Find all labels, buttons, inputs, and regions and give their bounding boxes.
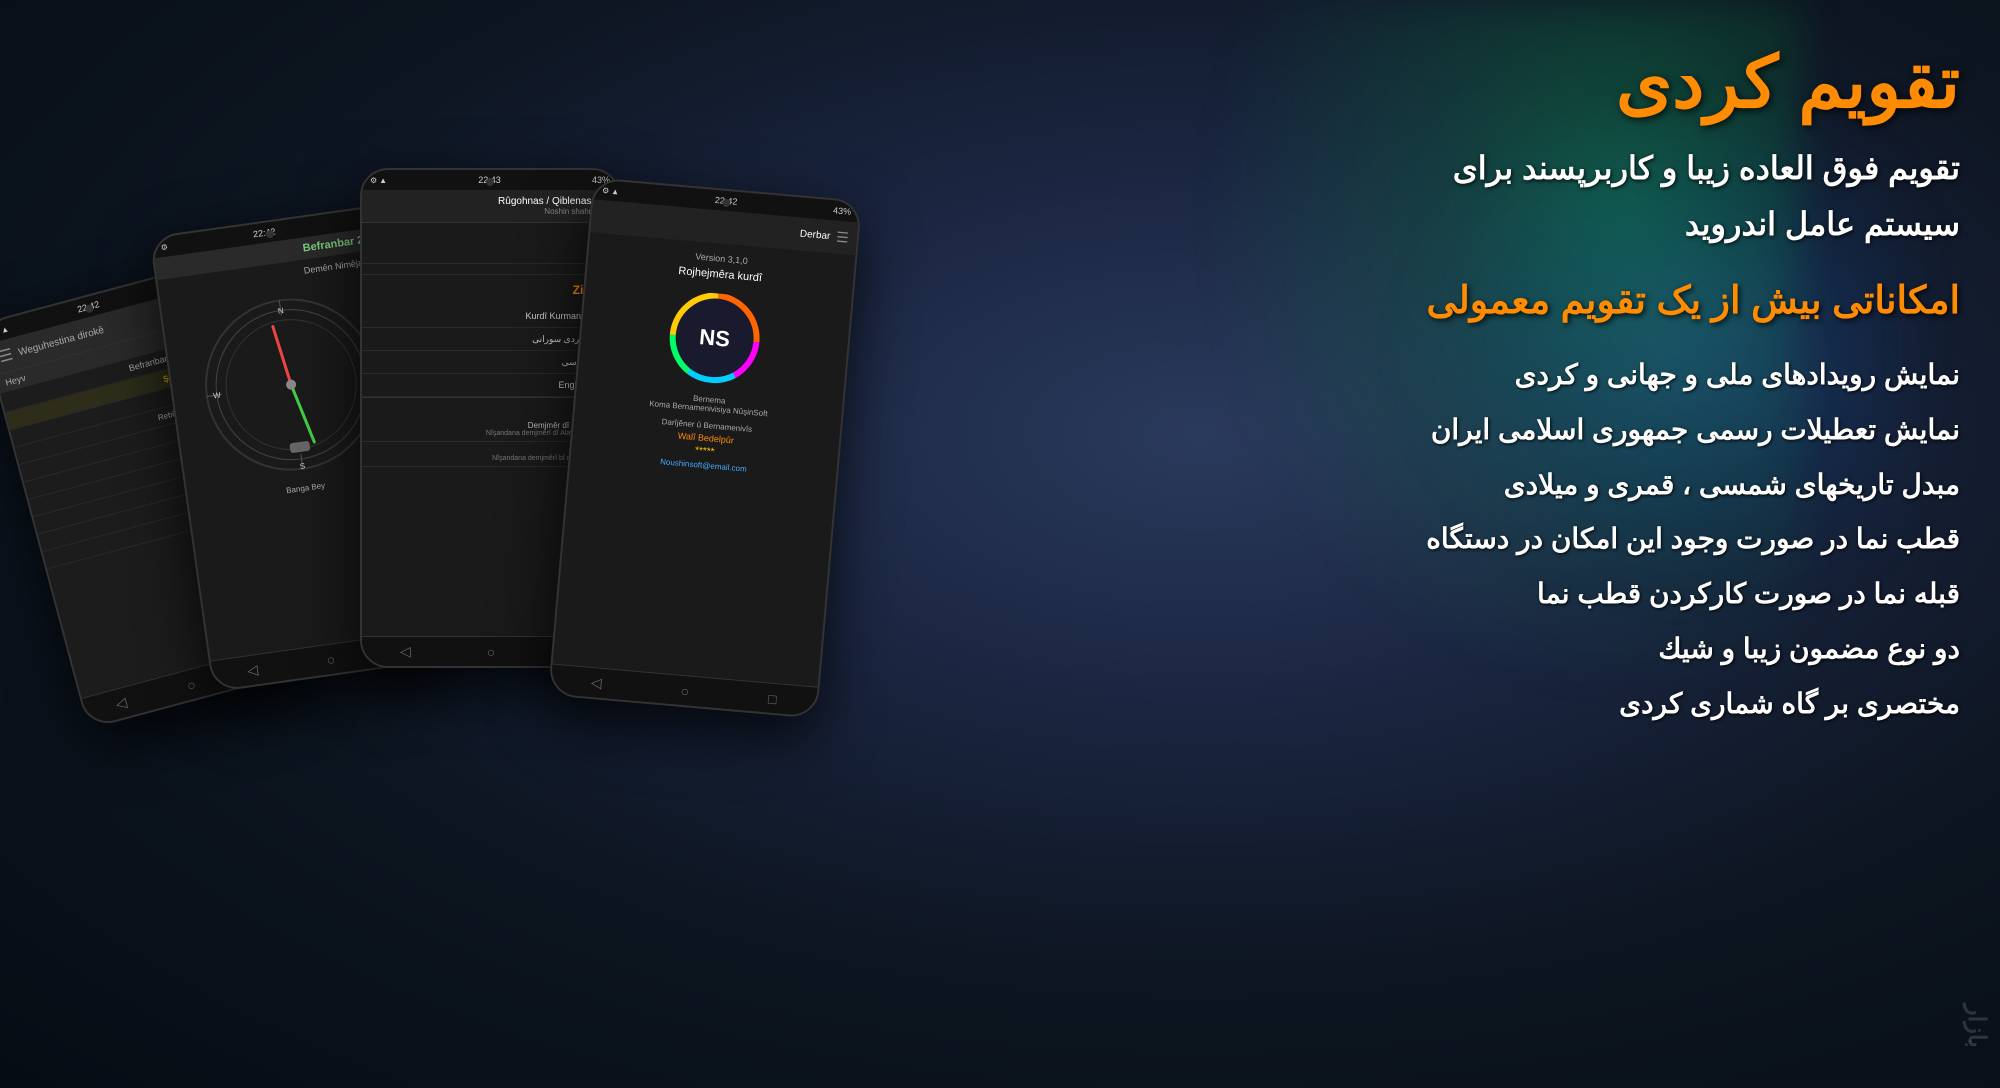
phone-4-about: ⚙ ▲ 22:42 43% ☰ Derbar Version 3,1,0 Roj…	[548, 177, 862, 719]
home-icon-3: ○	[487, 644, 495, 660]
back-icon: ◁	[114, 694, 129, 713]
phones-area: ⚙ ▲ 22:42 43% ☰ Weguhestina dirokê Roj H…	[0, 88, 900, 1088]
feature-item: نمایش رویدادهای ملی و جهانی و کردی	[1110, 353, 1960, 398]
subtitle: تقویم فوق العاده زیبا و کاربرپسند برای س…	[1110, 144, 1960, 248]
girt-label: gîrtî	[372, 248, 608, 258]
phone-4-about-content: ☰ Derbar Version 3,1,0 Rojhejmêra kurdî	[550, 199, 858, 716]
feature-item: دو نوع مضمون زیبا و شیك	[1110, 627, 1960, 672]
about-app-name: Rojhejmêra kurdî	[678, 265, 762, 284]
recent-icon-4: □	[768, 690, 778, 707]
phone-4-status-icons: ⚙ ▲	[602, 186, 620, 196]
back-icon-4: ◁	[590, 674, 602, 692]
phone-3-camera	[486, 178, 494, 186]
phone-3-header: ☰ Rûgohnas / Qiblenas Noshin shahr	[362, 190, 618, 223]
settings-icon-3: ⚙	[370, 176, 377, 185]
about-author-label: Darîjêner û Bernamenivîs	[661, 417, 752, 434]
svg-text:S: S	[299, 461, 306, 471]
phone-1-status-icons: ⚙ ▲	[0, 324, 10, 337]
home-icon-2: ○	[326, 651, 337, 668]
feature-item: قبله نما در صورت کارکردن قطب نما	[1110, 572, 1960, 617]
back-icon-3: ◁	[400, 643, 411, 660]
ziman-divider	[362, 264, 618, 275]
ziman-title: Ziman	[362, 275, 618, 305]
feature-item: قطب نما در صورت وجود این امکان در دستگاه	[1110, 517, 1960, 562]
compass-info: Banga Bey	[286, 481, 326, 495]
back-icon-2: ◁	[246, 661, 259, 679]
features-title: امکاناتی بیش از یک تقویم معمولی	[1110, 278, 1960, 323]
phone-3-status-icons: ⚙ ▲	[370, 176, 387, 185]
phone-3-eyar: Eyar	[362, 223, 618, 243]
menu-icon: ☰	[0, 344, 15, 367]
home-icon-4: ○	[680, 682, 690, 699]
menu-icon-4: ☰	[836, 229, 850, 247]
svg-text:N: N	[277, 306, 284, 316]
phone-4-battery: 43%	[833, 205, 852, 217]
home-icon: ○	[185, 676, 197, 694]
svg-text:W: W	[213, 391, 222, 401]
features-list: نمایش رویدادهای ملی و جهانی و کردی نمایش…	[1110, 353, 1960, 727]
right-panel: تقویم کردی تقویم فوق العاده زیبا و کاربر…	[1110, 40, 1960, 737]
about-author-name: Walî Bedelpûr	[677, 431, 734, 446]
ns-logo-container: NS	[666, 290, 764, 388]
feature-item: نمایش تعطیلات رسمی جمهوری اسلامی ایران	[1110, 408, 1960, 453]
bazaar-watermark: بازار	[1962, 1004, 1990, 1048]
about-version: Version 3,1,0	[695, 251, 748, 266]
svg-text:NS: NS	[698, 324, 731, 352]
ns-logo-svg: NS	[666, 290, 764, 388]
settings-icon-2: ⚙	[160, 242, 168, 252]
about-stars: *****	[695, 445, 715, 458]
app-title: تقویم کردی	[1110, 40, 1960, 124]
signal-icon-3: ▲	[379, 176, 387, 185]
signal-icon-4: ▲	[611, 186, 620, 196]
phone-4-screen: ⚙ ▲ 22:42 43% ☰ Derbar Version 3,1,0 Roj…	[550, 179, 860, 716]
phone-3-settings-item: gîrtî	[362, 243, 618, 264]
feature-item: مبدل تاریخهای شمسی ، قمری و میلادی	[1110, 463, 1960, 508]
feature-item: مختصری بر گاه شماری کردی	[1110, 682, 1960, 727]
about-email: Noushinsoft@email.com	[660, 457, 747, 474]
phone-2-status-icons: ⚙	[160, 242, 168, 252]
signal-icon: ▲	[0, 324, 10, 335]
settings-icon-4: ⚙	[602, 186, 610, 196]
